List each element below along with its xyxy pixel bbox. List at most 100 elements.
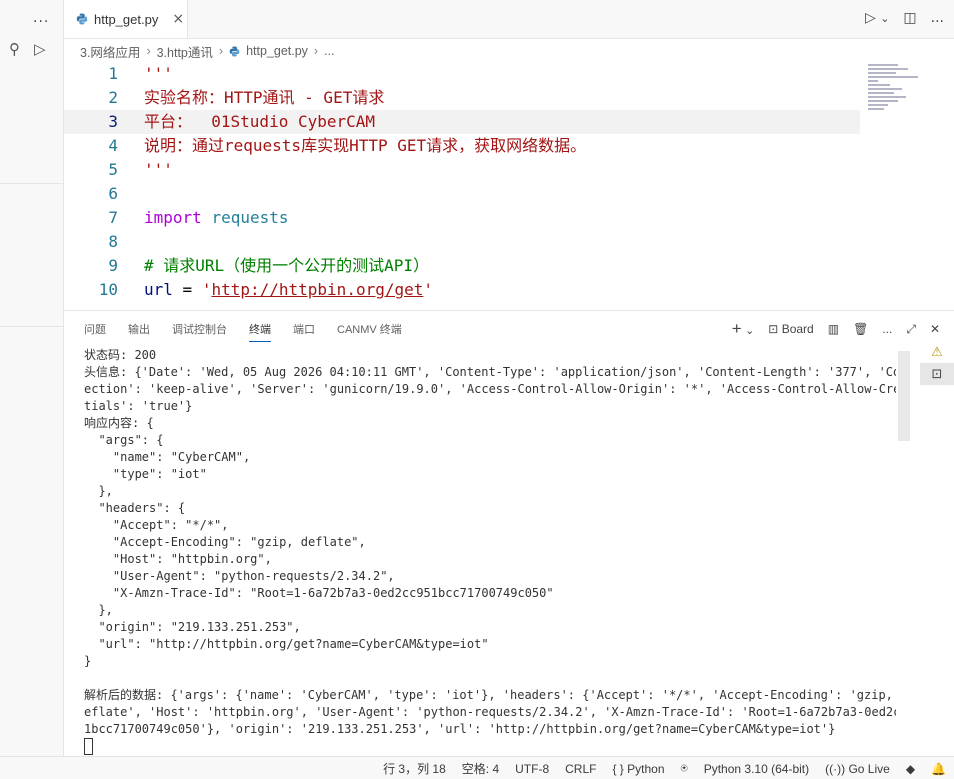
- end-of-line[interactable]: CRLF: [565, 762, 596, 776]
- line-number: 1: [108, 64, 118, 83]
- line-number: 5: [108, 160, 118, 179]
- editor-more-button[interactable]: ...: [931, 10, 944, 26]
- warning-icon[interactable]: ⚠: [920, 341, 954, 363]
- go-live-label: Go Live: [848, 761, 890, 776]
- terminal-line: 头信息: {'Date': 'Wed, 05 Aug 2026 04:10:11…: [84, 365, 896, 379]
- run-icon: ▷: [864, 10, 876, 26]
- code-line: 10 url = 'http://httpbin.org/get': [64, 278, 864, 302]
- code-line: 6: [64, 182, 864, 206]
- indentation[interactable]: 空格: 4: [462, 760, 499, 777]
- notifications-icon[interactable]: 🔔: [931, 762, 946, 776]
- breadcrumb-item[interactable]: ...: [324, 44, 334, 58]
- terminal-line: 响应内容: {: [84, 416, 154, 430]
- terminal-line: "User-Agent": "python-requests/2.34.2",: [84, 569, 395, 583]
- minimap[interactable]: [868, 64, 924, 124]
- terminal-line: "Host": "httpbin.org",: [84, 552, 272, 566]
- status-bar: 行 3，列 18 空格: 4 UTF-8 CRLF { } Python ⍟ P…: [0, 756, 954, 779]
- python-interpreter[interactable]: Python 3.10 (64-bit): [704, 762, 809, 776]
- bottom-panel: 问题 输出 调试控制台 终端 端口 CANMV 终端 + ⌄ ⊡ Board ▥…: [64, 310, 954, 757]
- terminal-scrollbar[interactable]: [898, 351, 910, 441]
- tab-close-icon[interactable]: ×: [172, 11, 184, 27]
- extension-icon[interactable]: ◆: [906, 762, 915, 776]
- breadcrumb-item[interactable]: http_get.py: [246, 44, 308, 58]
- line-text: url = 'http://httpbin.org/get': [144, 278, 433, 302]
- terminal-line: "type": "iot": [84, 467, 207, 481]
- tab-ports[interactable]: 端口: [293, 321, 315, 342]
- code-editor[interactable]: 1 ''' 2 实验名称：HTTP通讯 - GET请求 3 平台： 01Stud…: [64, 62, 954, 308]
- new-terminal-button[interactable]: + ⌄: [732, 319, 755, 339]
- line-comment: # 请求URL（使用一个公开的测试API）: [144, 256, 430, 275]
- url-link[interactable]: http://httpbin.org/get: [211, 280, 423, 299]
- tab-canmv-terminal[interactable]: CANMV 终端: [337, 321, 402, 342]
- panel-actions: + ⌄ ⊡ Board ▥ 🗑 ... ⤢ ✕: [732, 319, 940, 339]
- code-line: 7 import requests: [64, 206, 864, 230]
- line-text: ''': [144, 64, 173, 83]
- code-line: 9 # 请求URL（使用一个公开的测试API）: [64, 254, 864, 278]
- terminal-line: ection': 'keep-alive', 'Server': 'gunico…: [84, 382, 896, 396]
- terminal-line: 解析后的数据: {'args': {'name': 'CyberCAM', 't…: [84, 688, 896, 702]
- terminal-cursor: [84, 738, 93, 755]
- board-terminal-button[interactable]: ⊡ Board: [768, 322, 813, 336]
- panel-tab-list: 问题 输出 调试控制台 终端 端口 CANMV 终端: [84, 321, 402, 342]
- terminal-line: "headers": {: [84, 501, 186, 515]
- breadcrumb-item[interactable]: 3.http通讯: [157, 42, 213, 61]
- line-number: 7: [108, 208, 118, 227]
- terminal-list: ⚠ ⊡: [920, 341, 954, 385]
- terminal-output[interactable]: 状态码: 200 头信息: {'Date': 'Wed, 05 Aug 2026 …: [84, 347, 896, 755]
- language-mode[interactable]: { } Python: [612, 762, 664, 776]
- code-line-active: 3 平台： 01Studio CyberCAM: [64, 110, 860, 134]
- terminal-instance-icon[interactable]: ⊡: [920, 363, 954, 385]
- terminal-icon: ⊡: [768, 322, 779, 336]
- string-quote: ': [201, 280, 212, 299]
- line-number: 2: [108, 88, 118, 107]
- keyword-import: import: [144, 208, 202, 227]
- chevron-down-icon: ⌄: [880, 12, 890, 25]
- breadcrumb-item[interactable]: 3.网络应用: [80, 42, 140, 61]
- line-number: 4: [108, 136, 118, 155]
- line-number: 3: [108, 112, 118, 131]
- terminal-line: "Accept": "*/*",: [84, 518, 229, 532]
- code-line: 4 说明：通过requests库实现HTTP GET请求，获取网络数据。: [64, 134, 864, 158]
- debug-off-icon[interactable]: ⚲: [9, 40, 20, 58]
- code-line: 2 实验名称：HTTP通讯 - GET请求: [64, 86, 864, 110]
- terminal-line: "args": {: [84, 433, 164, 447]
- line-text: import requests: [144, 206, 289, 230]
- python-file-icon: [229, 45, 240, 57]
- assign-operator: =: [172, 280, 202, 299]
- tab-filename: http_get.py: [94, 11, 159, 27]
- play-icon[interactable]: ▷: [34, 40, 46, 58]
- tab-http-get-py[interactable]: http_get.py ×: [64, 0, 188, 38]
- terminal-line: "X-Amzn-Trace-Id": "Root=1-6a72b7a3-0ed2…: [84, 586, 554, 600]
- terminal-line: }: [84, 654, 92, 668]
- close-panel-icon[interactable]: ✕: [930, 322, 940, 336]
- broadcast-icon: ((·)): [825, 761, 846, 776]
- tab-output[interactable]: 输出: [128, 321, 150, 342]
- file-encoding[interactable]: UTF-8: [515, 762, 549, 776]
- split-terminal-icon[interactable]: ▥: [828, 322, 839, 336]
- go-live-button[interactable]: ((·)) Go Live: [825, 762, 890, 776]
- line-text: 说明：通过requests库实现HTTP GET请求，获取网络数据。: [144, 136, 587, 155]
- tab-debug-console[interactable]: 调试控制台: [172, 321, 227, 342]
- tab-problems[interactable]: 问题: [84, 321, 106, 342]
- split-editor-icon[interactable]: ◫: [903, 10, 916, 26]
- sidebar-more-icon[interactable]: ...: [33, 10, 49, 26]
- terminal-line: "Accept-Encoding": "gzip, deflate",: [84, 535, 366, 549]
- terminal-line: "name": "CyberCAM",: [84, 450, 251, 464]
- line-number: 10: [98, 280, 118, 299]
- chevron-right-icon: ›: [146, 44, 151, 58]
- trash-icon[interactable]: 🗑: [853, 322, 868, 336]
- breadcrumb: 3.网络应用 › 3.http通讯 › http_get.py › ...: [80, 41, 335, 61]
- copilot-icon[interactable]: ⍟: [681, 761, 688, 776]
- terminal-line: 状态码: 200: [84, 348, 157, 362]
- code-line: 1 ''': [64, 62, 864, 86]
- terminal-line: eflate', 'Host': 'httpbin.org', 'User-Ag…: [84, 705, 896, 719]
- panel-more-button[interactable]: ...: [882, 322, 892, 336]
- module-name: requests: [211, 208, 289, 227]
- cursor-position[interactable]: 行 3，列 18: [383, 760, 446, 777]
- tab-terminal[interactable]: 终端: [249, 321, 271, 342]
- maximize-panel-icon[interactable]: ⤢: [906, 322, 916, 337]
- board-label: Board: [781, 322, 814, 336]
- line-number: 9: [108, 256, 118, 275]
- run-file-button[interactable]: ▷ ⌄: [865, 10, 889, 26]
